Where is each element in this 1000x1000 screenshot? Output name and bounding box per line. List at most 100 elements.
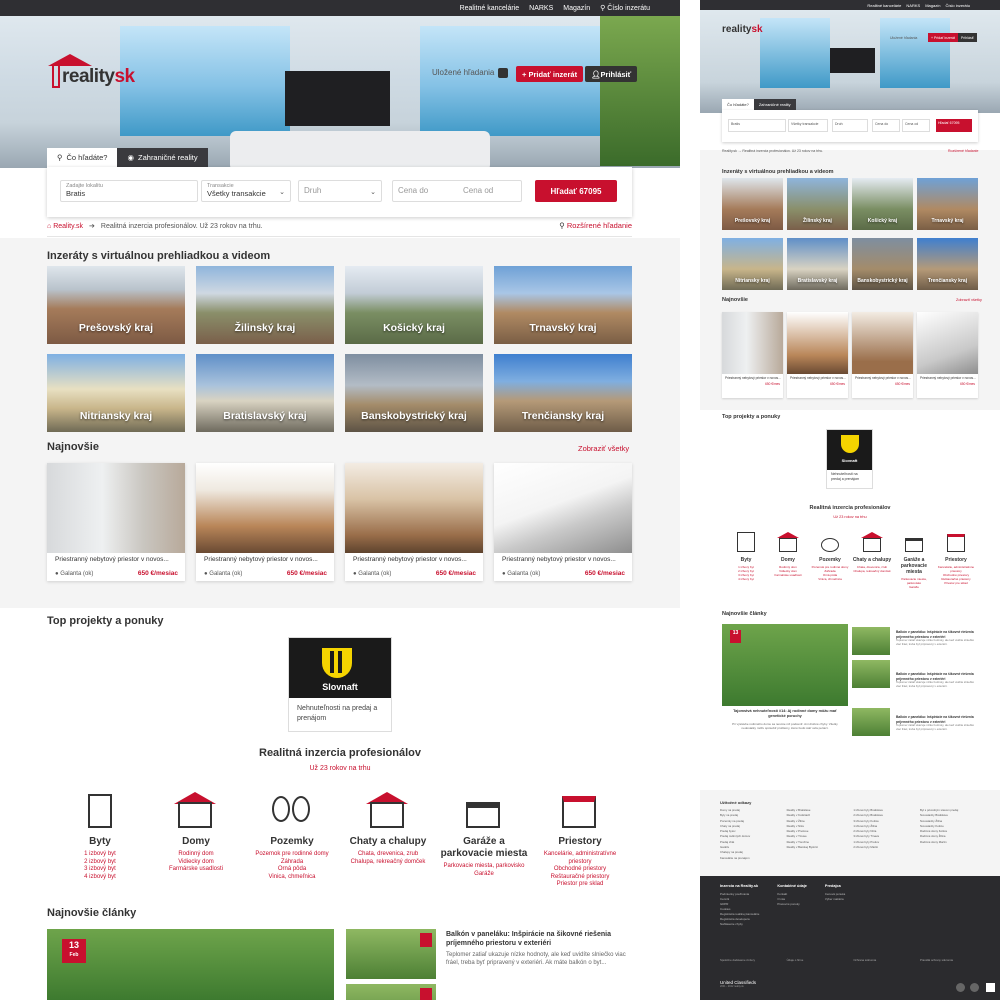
overview-region-tile[interactable]: Trenčiansky kraj <box>917 238 978 290</box>
footer-link[interactable]: Rodinné domy Martin <box>920 840 980 845</box>
topnav-agencies[interactable]: Realitné kancelárie <box>460 5 520 12</box>
overview-location[interactable]: Bratis <box>728 119 786 132</box>
overview-listing[interactable]: Priestranný nebytový priestor v novos...… <box>917 312 978 398</box>
category-subitems[interactable]: 1 izbový byt 2 izbový byt 3 izbový byt 4… <box>55 851 145 881</box>
overview-topnav-item[interactable]: Číslo inzerátu <box>946 3 970 8</box>
overview-transaction[interactable]: Všetky transakcie <box>788 119 828 132</box>
slovnaft-card[interactable]: Slovnaft Nehnuteľnosti na predaj a prená… <box>288 637 392 732</box>
article-thumb[interactable] <box>346 929 436 979</box>
article-text[interactable]: Balkón v paneláku: Inšpirácie na šikovné… <box>446 930 631 967</box>
region-tile-bratislava[interactable]: Bratislavský kraj <box>196 354 334 432</box>
location-input[interactable]: Zadajte lokalitu Bratis <box>60 180 198 202</box>
footer-link[interactable]: Reality v Banskej Bystrici <box>787 845 847 850</box>
overview-add-button[interactable]: + Pridať inzerát <box>928 33 958 42</box>
overview-category[interactable]: Domy Rodinný dom Vidiecky dom Farmárske u… <box>768 530 808 589</box>
overview-article-text[interactable]: Balkón v paneláku: Inšpirácie na šikovné… <box>896 672 976 689</box>
show-all-link[interactable]: Zobraziť všetky <box>578 444 629 453</box>
overview-tab[interactable]: Zahraničné reality <box>753 99 796 110</box>
saved-searches-link[interactable]: Uložené hľadania <box>432 68 509 78</box>
listing-card[interactable]: Priestranný nebytový priestor v novos...… <box>196 463 334 581</box>
overview-listing[interactable]: Priestranný nebytový priestor v novos...… <box>722 312 783 398</box>
article-thumb[interactable] <box>346 984 436 1000</box>
region-tile-trnava[interactable]: Trnavský kraj <box>494 266 632 344</box>
overview-article-text[interactable]: Balkón v paneláku: Inšpirácie na šikovné… <box>896 715 976 732</box>
facebook-icon[interactable] <box>956 983 965 992</box>
login-button[interactable]: 👤︎ Prihlásiť <box>585 66 638 82</box>
region-tile-zilina[interactable]: Žilinský kraj <box>196 266 334 344</box>
footer-link[interactable]: Výber makléra <box>825 897 845 902</box>
overview-article-text[interactable]: Balkón v paneláku: Inšpirácie na šikovné… <box>896 630 976 647</box>
tab-foreign[interactable]: ◉ Zahraničné reality <box>117 148 208 167</box>
overview-region-tile[interactable]: Banskobystrický kraj <box>852 238 913 290</box>
listing-card[interactable]: Priestranný nebytový priestor v novos...… <box>345 463 483 581</box>
breadcrumb-home[interactable]: ⌂ Reality.sk <box>47 223 83 230</box>
overview-featured-article[interactable]: 13 Tajomstvá nehnuteľností #14: Aj rodin… <box>722 624 848 764</box>
price-range[interactable]: Cena do Cena od <box>392 180 522 202</box>
overview-slovnaft[interactable]: Slovnaft Nehnuteľnosti na predaj a prená… <box>826 429 873 489</box>
overview-topnav-item[interactable]: Magazín <box>925 3 940 8</box>
category-garages[interactable]: Garáže a parkovacie miesta Parkovacie mie… <box>439 790 529 889</box>
overview-category[interactable]: Garáže a parkovacie miesta Parkovacie mie… <box>894 530 934 589</box>
region-tile-kosice[interactable]: Košický kraj <box>345 266 483 344</box>
footer-link[interactable]: 2 izbové byty Martin <box>853 845 913 850</box>
category-land[interactable]: Pozemky Pozemok pre rodinné domy Záhrada … <box>247 790 337 889</box>
overview-region-tile[interactable]: Trnavský kraj <box>917 178 978 230</box>
topnav-magazine[interactable]: Magazín <box>563 5 590 12</box>
overview-topnav-item[interactable]: Realitné kancelárie <box>867 3 901 8</box>
category-subitems[interactable]: Kancelárie, administratívne priestory Ob… <box>535 851 625 889</box>
advanced-search-link[interactable]: ⚲ Rozšírené hľadanie <box>559 221 632 230</box>
overview-listing[interactable]: Priestranný nebytový priestor v novos...… <box>787 312 848 398</box>
united-classifieds-logo[interactable]: United Classifieds 2001 - 2022 reality.sk <box>720 980 756 988</box>
category-houses[interactable]: Domy Rodinný dom Vidiecky dom Farmárske u… <box>151 790 241 889</box>
overview-region-tile[interactable]: Bratislavský kraj <box>787 238 848 290</box>
region-tile-trencin[interactable]: Trenčiansky kraj <box>494 354 632 432</box>
overview-price-to[interactable]: Cena do <box>872 119 900 132</box>
overview-show-all[interactable]: Zobraziť všetky <box>956 298 982 302</box>
overview-category[interactable]: Priestory Kancelárie, administratívne pri… <box>936 530 976 589</box>
topnav-narks[interactable]: NARKS <box>529 5 553 12</box>
add-listing-button[interactable]: + Pridať inzerát <box>516 66 584 82</box>
footer-link[interactable]: Kancelárie na prenájom <box>720 856 780 861</box>
transaction-select[interactable]: Transakcie Všetky transakcie ⌄ <box>201 180 291 202</box>
listing-card[interactable]: Priestranný nebytový priestor v novos...… <box>494 463 632 581</box>
category-flats[interactable]: Byty 1 izbový byt 2 izbový byt 3 izbový b… <box>55 790 145 889</box>
overview-article-thumb[interactable] <box>852 627 890 655</box>
listing-card[interactable]: Priestranný nebytový priestor v novos...… <box>47 463 185 581</box>
overview-category[interactable]: Byty 1 izbový byt 2 izbový byt 3 izbový b… <box>726 530 766 589</box>
overview-logo[interactable]: realitysk <box>722 24 763 35</box>
price-to-input[interactable]: Cena do <box>398 183 428 199</box>
overview-article-thumb[interactable] <box>852 708 890 736</box>
legal-link[interactable]: Ochrana súkromia <box>853 958 913 962</box>
category-subitems[interactable]: Rodinný dom Vidiecky dom Farmárske usadl… <box>151 851 241 874</box>
overview-article-thumb[interactable] <box>852 660 890 688</box>
overview-category[interactable]: Chaty a chalupy Chata, drevenica, zrub Ch… <box>852 530 892 589</box>
overview-price-from[interactable]: Cena od <box>902 119 930 132</box>
overview-region-tile[interactable]: Prešovský kraj <box>722 178 783 230</box>
footer-link[interactable]: Nahlásenie chyby <box>720 922 759 927</box>
price-from-input[interactable]: Cena od <box>463 183 493 199</box>
overview-type[interactable]: Druh <box>832 119 868 132</box>
article-featured[interactable]: 13 Feb <box>47 929 334 1000</box>
footer-link[interactable]: Pracovné ponuky <box>777 902 807 907</box>
category-cottages[interactable]: Chaty a chalupy Chata, drevenica, zrub Ch… <box>343 790 433 889</box>
category-spaces[interactable]: Priestory Kancelárie, administratívne pri… <box>535 790 625 889</box>
legal-link[interactable]: Údaje o firme <box>787 958 847 962</box>
overview-search-button[interactable]: Hľadať 67095 <box>936 119 972 132</box>
instagram-icon[interactable] <box>970 983 979 992</box>
overview-advanced[interactable]: Rozšírené hľadanie <box>948 149 978 153</box>
topnav-search-number[interactable]: ⚲ Číslo inzerátu <box>600 4 650 12</box>
tab-what-search[interactable]: ⚲ Čo hľadáte? <box>47 148 118 167</box>
overview-saved[interactable]: Uložené hľadania <box>890 36 917 40</box>
overview-category[interactable]: Pozemky Pozemok pre rodinné domy Záhrada … <box>810 530 850 589</box>
scroll-top-icon[interactable] <box>986 983 995 992</box>
category-subitems[interactable]: Parkovacie miesta, parkovisko Garáže <box>439 863 529 878</box>
search-button[interactable]: Hľadať 67095 <box>535 180 617 202</box>
type-select[interactable]: Druh ⌄ <box>298 180 382 202</box>
overview-region-tile[interactable]: Košický kraj <box>852 178 913 230</box>
overview-listing[interactable]: Priestranný nebytový priestor v novos...… <box>852 312 913 398</box>
overview-region-tile[interactable]: Nitriansky kraj <box>722 238 783 290</box>
category-subitems[interactable]: Pozemok pre rodinné domy Záhrada Orná pô… <box>247 851 337 881</box>
overview-topnav-item[interactable]: NARKS <box>906 3 920 8</box>
legal-link[interactable]: Pravidlá ochrany súkromia <box>920 958 980 962</box>
region-tile-nitra[interactable]: Nitriansky kraj <box>47 354 185 432</box>
